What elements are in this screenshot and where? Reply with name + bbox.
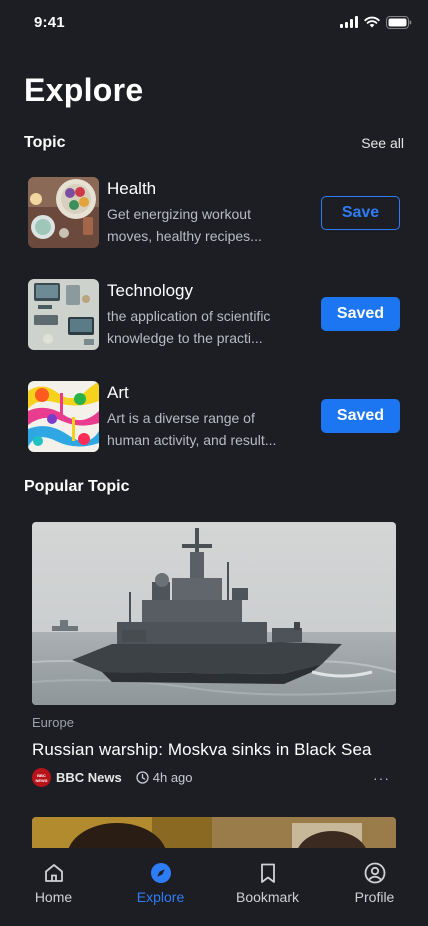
saved-button[interactable]: Saved — [321, 399, 400, 433]
bottom-nav: Home Explore Bookmark Profile — [0, 848, 428, 926]
topic-description: Art is a diverse range of human activity… — [107, 407, 305, 451]
topic-name: Technology — [107, 281, 194, 300]
topic-description: the application of scientific knowledge … — [107, 305, 305, 349]
health-thumbnail — [28, 177, 99, 248]
home-icon — [44, 864, 63, 882]
battery-icon — [386, 15, 412, 29]
news-category: Europe — [32, 715, 74, 730]
nav-profile[interactable]: Profile — [327, 862, 423, 905]
status-icons — [340, 15, 412, 29]
see-all-link[interactable]: See all — [361, 135, 404, 151]
topic-name: Art — [107, 383, 129, 402]
news-title[interactable]: Russian warship: Moskva sinks in Black S… — [32, 740, 396, 760]
topic-desc-line: the application of scientific — [107, 308, 271, 324]
topic-desc-line: moves, healthy recipes... — [107, 228, 262, 244]
topic-text: Technology the application of scientific… — [107, 279, 307, 349]
signal-icon — [340, 16, 358, 28]
nav-home[interactable]: Home — [6, 862, 102, 905]
status-bar: 9:41 — [0, 0, 428, 44]
topic-section-title: Topic — [24, 134, 66, 151]
save-button[interactable]: Save — [321, 196, 400, 230]
news-image[interactable] — [32, 522, 396, 705]
topic-section-header: Topic See all — [24, 134, 404, 152]
nav-label: Bookmark — [235, 889, 300, 905]
popular-section-header: Popular Topic — [24, 478, 404, 496]
art-thumbnail — [28, 381, 99, 452]
more-options-icon[interactable]: ··· — [373, 770, 396, 786]
news-card[interactable]: Europe Russian warship: Moskva sinks in … — [32, 522, 396, 787]
topic-item-technology[interactable]: Technology the application of scientific… — [28, 279, 400, 351]
technology-thumbnail — [28, 279, 99, 350]
topic-desc-line: Art is a diverse range of — [107, 410, 255, 426]
bbc-news-logo: BBC NEWS — [32, 768, 51, 787]
news-source[interactable]: BBC News — [56, 770, 122, 785]
topic-item-art[interactable]: Art Art is a diverse range of human acti… — [28, 381, 400, 453]
nav-explore[interactable]: Explore — [113, 862, 209, 905]
news-time: 4h ago — [152, 770, 193, 785]
nav-bookmark[interactable]: Bookmark — [220, 862, 316, 905]
topic-description: Get energizing workout moves, healthy re… — [107, 203, 305, 247]
profile-icon — [364, 862, 385, 884]
nav-label: Profile — [354, 889, 395, 905]
popular-section-title: Popular Topic — [24, 478, 130, 495]
news-meta: BBC NEWS BBC News 4h ago ··· — [32, 768, 396, 787]
nav-label: Explore — [136, 889, 185, 905]
saved-button[interactable]: Saved — [321, 297, 400, 331]
status-time: 9:41 — [34, 13, 65, 31]
compass-icon — [150, 863, 171, 883]
bookmark-icon — [260, 863, 275, 883]
clock-icon — [136, 771, 149, 784]
topic-name: Health — [107, 179, 157, 198]
topic-item-health[interactable]: Health Get energizing workout moves, hea… — [28, 177, 400, 249]
page-title: Explore — [24, 72, 144, 108]
topic-desc-line: Get energizing workout — [107, 206, 251, 222]
topic-text: Art Art is a diverse range of human acti… — [107, 381, 307, 451]
topic-desc-line: knowledge to the practi... — [107, 330, 263, 346]
topic-desc-line: human activity, and result... — [107, 432, 277, 448]
topic-text: Health Get energizing workout moves, hea… — [107, 177, 307, 247]
nav-label: Home — [34, 889, 73, 905]
wifi-icon — [364, 16, 380, 28]
source-logo-text: BBC NEWS — [35, 772, 48, 783]
